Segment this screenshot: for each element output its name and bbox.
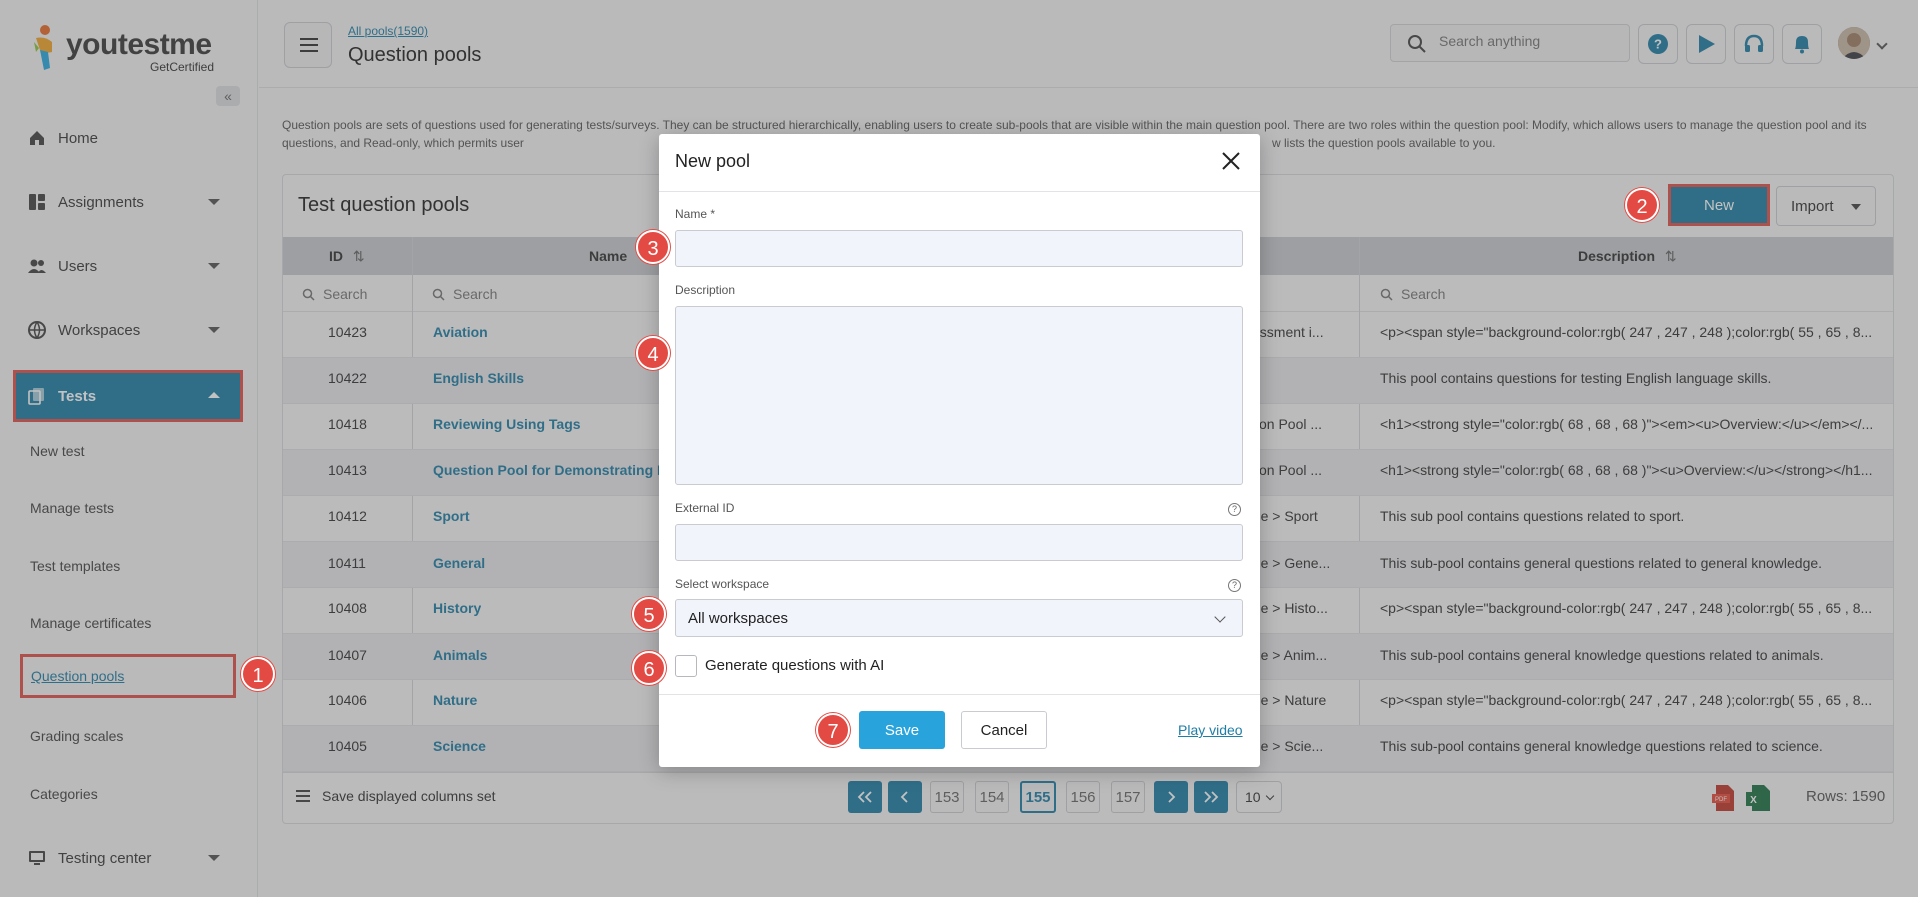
external-id-label: External ID — [675, 501, 735, 515]
generate-ai-label[interactable]: Generate questions with AI — [705, 657, 884, 674]
external-id-field[interactable] — [675, 524, 1243, 561]
help-icon[interactable]: ? — [1228, 503, 1241, 516]
workspace-select-value: All workspaces — [688, 609, 789, 627]
step-marker: 4 — [636, 336, 670, 370]
step-marker: 3 — [636, 230, 670, 264]
step-marker: 7 — [816, 713, 850, 747]
generate-ai-checkbox[interactable] — [675, 655, 697, 677]
workspace-label: Select workspace — [675, 577, 770, 591]
dialog-title: New pool — [675, 151, 751, 171]
name-field[interactable] — [675, 230, 1243, 267]
name-label: Name * — [675, 207, 716, 221]
step-marker: 1 — [241, 657, 275, 691]
save-button[interactable]: Save — [859, 711, 945, 749]
step-marker: 5 — [632, 597, 666, 631]
play-video-link[interactable]: Play video — [1178, 722, 1243, 738]
workspace-select[interactable]: All workspaces — [675, 599, 1243, 637]
step-marker: 6 — [632, 651, 666, 685]
description-field[interactable] — [675, 306, 1243, 485]
chevron-down-icon — [1214, 611, 1226, 623]
dialog-header-divider — [659, 191, 1260, 192]
close-icon[interactable] — [1220, 150, 1242, 172]
help-icon[interactable]: ? — [1228, 579, 1241, 592]
dialog-footer-divider — [659, 694, 1260, 695]
cancel-button[interactable]: Cancel — [961, 711, 1047, 749]
description-label: Description — [675, 283, 736, 297]
step-marker: 2 — [1625, 188, 1659, 222]
